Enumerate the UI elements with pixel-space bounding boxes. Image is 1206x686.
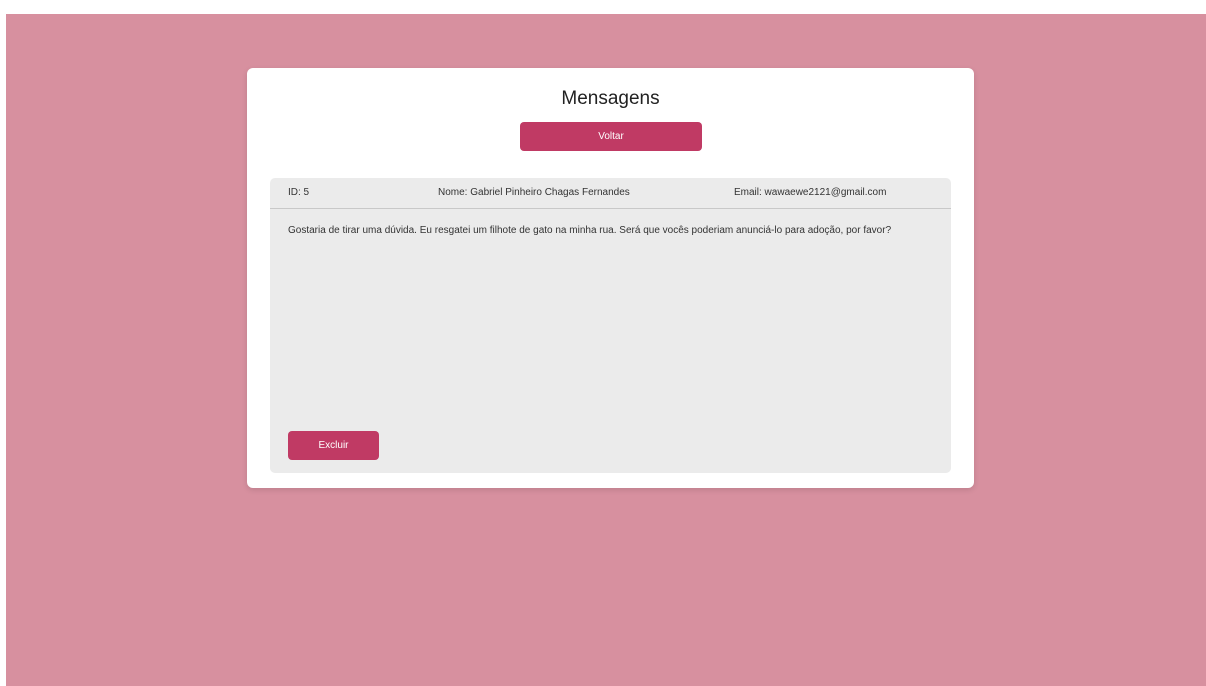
message-sender-email: Email: wawaewe2121@gmail.com bbox=[734, 187, 887, 198]
message-body: Gostaria de tirar uma dúvida. Eu resgate… bbox=[288, 225, 892, 236]
back-button[interactable]: Voltar bbox=[520, 122, 702, 151]
page-background: Mensagens Voltar ID: 5 Nome: Gabriel Pin… bbox=[6, 14, 1206, 686]
message-sender-name: Nome: Gabriel Pinheiro Chagas Fernandes bbox=[438, 187, 630, 198]
message-id: ID: 5 bbox=[288, 187, 310, 198]
delete-button[interactable]: Excluir bbox=[288, 431, 379, 460]
message-header: ID: 5 Nome: Gabriel Pinheiro Chagas Fern… bbox=[270, 178, 951, 209]
message-panel: ID: 5 Nome: Gabriel Pinheiro Chagas Fern… bbox=[270, 178, 951, 473]
page-title: Mensagens bbox=[561, 88, 660, 109]
messages-card: Mensagens Voltar ID: 5 Nome: Gabriel Pin… bbox=[247, 68, 974, 488]
